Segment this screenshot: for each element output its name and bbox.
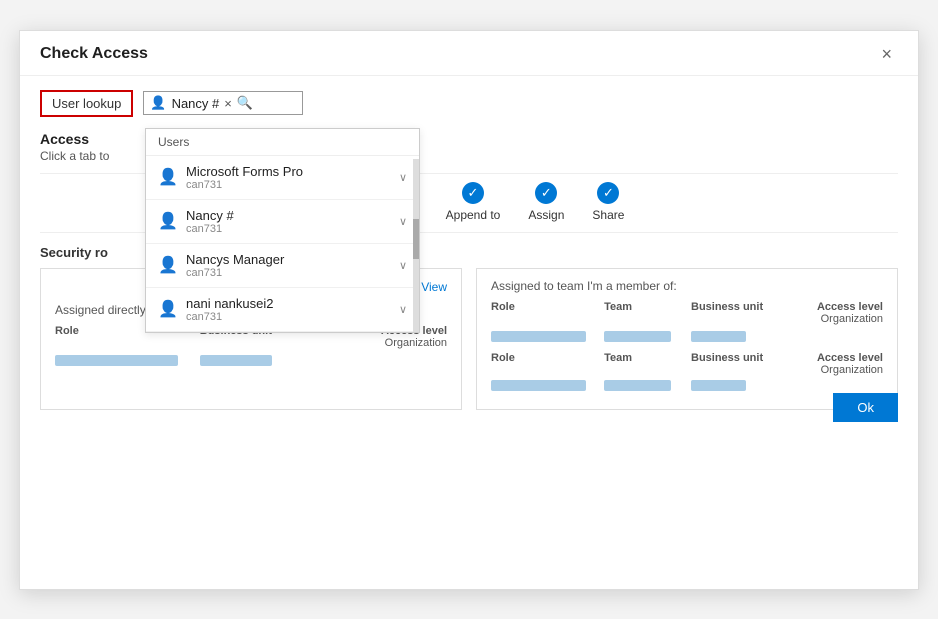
right-col-access: Access level Organization — [778, 301, 883, 325]
privilege-append-to-label: Append to — [446, 208, 501, 222]
right-team-blurred-0 — [604, 331, 671, 342]
lookup-value: Nancy # — [172, 96, 220, 111]
share-check-icon: ✓ — [597, 182, 619, 204]
user-lookup-label: User lookup — [40, 90, 133, 117]
privilege-assign-label: Assign — [528, 208, 564, 222]
right-role-blurred-1 — [491, 380, 586, 391]
right-col-team-2: Team — [604, 352, 683, 376]
user-avatar-icon-3: 👤 — [158, 299, 178, 319]
dropdown-header: Users — [146, 129, 419, 156]
left-table-row-0 — [55, 355, 447, 366]
chevron-down-icon-0: ∨ — [399, 171, 407, 184]
check-access-dialog: Check Access × User lookup 👤 Nancy # × 🔍… — [19, 30, 919, 590]
right-col-bu-2: Business unit — [691, 352, 770, 376]
role-blurred-0 — [55, 355, 178, 366]
privilege-append-to: ✓ Append to — [446, 182, 501, 222]
dropdown-item-name-1: Nancy # — [186, 208, 234, 223]
dropdown-item-name-3: nani nankusei2 — [186, 296, 273, 311]
right-bu-blurred-0 — [691, 331, 746, 342]
user-avatar-icon-1: 👤 — [158, 211, 178, 231]
chevron-down-icon-3: ∨ — [399, 303, 407, 316]
right-role-blurred-0 — [491, 331, 586, 342]
privilege-assign: ✓ Assign — [528, 182, 564, 222]
right-bu-blurred-1 — [691, 380, 746, 391]
lookup-input-wrapper[interactable]: 👤 Nancy # × 🔍 — [143, 91, 303, 115]
assign-check-icon: ✓ — [535, 182, 557, 204]
dropdown-item-0[interactable]: 👤 Microsoft Forms Pro can731 ∨ — [146, 156, 419, 200]
right-team-blurred-1 — [604, 380, 671, 391]
dialog-title: Check Access — [40, 45, 148, 63]
append-to-check-icon: ✓ — [462, 182, 484, 204]
dropdown-item-1[interactable]: 👤 Nancy # can731 ∨ — [146, 200, 419, 244]
lookup-row: User lookup 👤 Nancy # × 🔍 Users 👤 Micros… — [40, 90, 898, 117]
right-table-row-0 — [491, 331, 883, 342]
dropdown-item-name-0: Microsoft Forms Pro — [186, 164, 303, 179]
right-col-bu: Business unit — [691, 301, 770, 325]
right-col-access-2: Access level Organization — [778, 352, 883, 376]
dropdown-item-name-2: Nancys Manager — [186, 252, 284, 267]
chevron-down-icon-2: ∨ — [399, 259, 407, 272]
dialog-body: User lookup 👤 Nancy # × 🔍 Users 👤 Micros… — [20, 76, 918, 436]
dropdown-item-sub-2: can731 — [186, 267, 284, 279]
dialog-footer: Ok — [833, 393, 898, 422]
ok-button[interactable]: Ok — [833, 393, 898, 422]
dropdown-scrollbar[interactable] — [413, 159, 419, 332]
user-avatar-icon-2: 👤 — [158, 255, 178, 275]
close-button[interactable]: × — [875, 43, 898, 65]
user-dropdown: Users 👤 Microsoft Forms Pro can731 ∨ 👤 — [145, 128, 420, 333]
dropdown-item-2[interactable]: 👤 Nancys Manager can731 ∨ — [146, 244, 419, 288]
dropdown-item-sub-3: can731 — [186, 311, 273, 323]
lookup-clear-button[interactable]: × — [224, 96, 232, 111]
right-table-row-2 — [491, 380, 883, 391]
scrollbar-thumb — [413, 219, 419, 259]
right-panel: Assigned to team I'm a member of: Role T… — [476, 268, 898, 410]
right-panel-header: Role Team Business unit Access level Org… — [491, 301, 883, 325]
privilege-share-label: Share — [592, 208, 624, 222]
right-col-role: Role — [491, 301, 596, 325]
dropdown-item-3[interactable]: 👤 nani nankusei2 can731 ∨ — [146, 288, 419, 332]
dialog-header: Check Access × — [20, 31, 918, 76]
privilege-share: ✓ Share — [592, 182, 624, 222]
lookup-search-button[interactable]: 🔍 — [237, 95, 253, 111]
right-panel-assigned-label: Assigned to team I'm a member of: — [491, 279, 883, 293]
user-avatar-icon-0: 👤 — [158, 167, 178, 187]
person-icon: 👤 — [150, 95, 166, 111]
right-col-team: Team — [604, 301, 683, 325]
right-table-row-1: Role Team Business unit Access level Org… — [491, 352, 883, 376]
right-panel-table: Role Team Business unit Access level Org… — [491, 301, 883, 391]
chevron-down-icon-1: ∨ — [399, 215, 407, 228]
right-col-role-2: Role — [491, 352, 596, 376]
dropdown-item-sub-0: can731 — [186, 179, 303, 191]
dropdown-item-sub-1: can731 — [186, 223, 234, 235]
bu-blurred-0 — [200, 355, 272, 366]
